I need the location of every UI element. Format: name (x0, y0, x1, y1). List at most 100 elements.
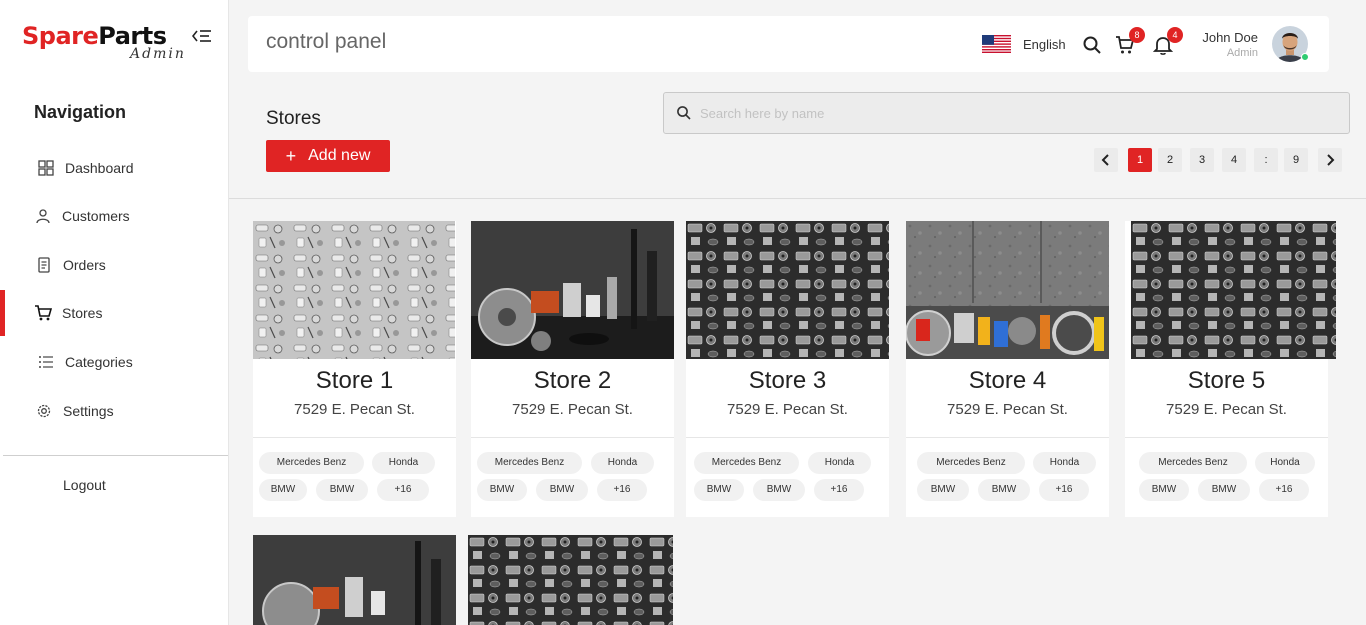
brand-tag[interactable]: BMW (316, 479, 368, 501)
more-brands-tag[interactable]: +16 (377, 479, 429, 501)
brand-tag[interactable]: BMW (536, 479, 588, 501)
chevron-right-icon (1327, 154, 1335, 166)
sidebar-item-stores[interactable]: Stores (0, 290, 228, 336)
user-icon (34, 207, 52, 225)
pagination-page-3[interactable]: 3 (1190, 148, 1214, 172)
more-brands-tag[interactable]: +16 (1039, 479, 1089, 501)
store-address: 7529 E. Pecan St. (294, 401, 415, 418)
online-status-indicator (1301, 53, 1309, 61)
brand-tag[interactable]: Honda (591, 452, 654, 474)
header-title: control panel (266, 30, 387, 53)
pagination-page-4[interactable]: 4 (1222, 148, 1246, 172)
pagination-page-9[interactable]: 9 (1284, 148, 1308, 172)
cart-icon[interactable]: 8 (1115, 27, 1145, 55)
store-name: Store 5 (1187, 367, 1266, 394)
store-card[interactable]: Store 2 7529 E. Pecan St. Mercedes Benz … (471, 221, 674, 517)
pagination-prev-button[interactable] (1094, 148, 1118, 172)
us-flag-icon[interactable] (982, 35, 1011, 53)
card-divider (906, 437, 1109, 438)
brand-tag[interactable]: BMW (477, 479, 527, 501)
store-image (686, 221, 889, 359)
sidebar-item-orders[interactable]: Orders (0, 242, 228, 288)
sidebar-item-label: Stores (62, 305, 103, 321)
brand-logo[interactable]: SpareParts Admin (22, 22, 192, 66)
store-image (1131, 221, 1336, 359)
logout-button[interactable]: Logout (63, 477, 106, 493)
brand-tag[interactable]: BMW (1139, 479, 1189, 501)
store-address: 7529 E. Pecan St. (512, 401, 633, 418)
store-image (468, 535, 673, 625)
add-new-button[interactable]: + Add new (266, 140, 390, 172)
user-name[interactable]: John Doe (1196, 30, 1258, 45)
store-card[interactable]: Store 1 7529 E. Pecan St. Mercedes Benz … (253, 221, 456, 517)
search-icon (676, 105, 692, 121)
brand-tag[interactable]: Mercedes Benz (1139, 452, 1247, 474)
sidebar-item-customers[interactable]: Customers (0, 193, 228, 239)
card-divider (253, 437, 456, 438)
brand-tag[interactable]: Mercedes Benz (694, 452, 799, 474)
brand-tag[interactable]: Honda (808, 452, 871, 474)
brand-subtitle: Admin (130, 46, 186, 62)
add-new-label: Add new (308, 147, 371, 164)
store-card[interactable]: Store 4 7529 E. Pecan St. Mercedes Benz … (906, 221, 1109, 517)
card-divider (471, 437, 674, 438)
collapse-menu-icon[interactable] (191, 28, 212, 44)
brand-tag[interactable]: Honda (1255, 452, 1315, 474)
search-input[interactable] (700, 93, 1340, 133)
sidebar-item-label: Categories (65, 354, 133, 370)
sidebar-divider (3, 455, 228, 456)
sidebar-item-label: Settings (63, 403, 114, 419)
sidebar: SpareParts Admin Navigation Dashboard Cu… (0, 0, 229, 625)
pagination-page-2[interactable]: 2 (1158, 148, 1182, 172)
store-address: 7529 E. Pecan St. (1166, 401, 1287, 418)
store-card[interactable]: Store 3 7529 E. Pecan St. Mercedes Benz … (686, 221, 889, 517)
brand-tag[interactable]: Mercedes Benz (917, 452, 1025, 474)
store-name: Store 3 (748, 367, 827, 394)
more-brands-tag[interactable]: +16 (814, 479, 864, 501)
pagination-next-button[interactable] (1318, 148, 1342, 172)
plus-icon: + (285, 145, 297, 166)
store-name: Store 2 (533, 367, 612, 394)
brand-tag[interactable]: Mercedes Benz (477, 452, 582, 474)
sidebar-item-settings[interactable]: Settings (0, 388, 228, 434)
more-brands-tag[interactable]: +16 (597, 479, 647, 501)
more-brands-tag[interactable]: +16 (1259, 479, 1309, 501)
sidebar-item-dashboard[interactable]: Dashboard (0, 145, 228, 191)
chevron-left-icon (1101, 154, 1109, 166)
sidebar-item-categories[interactable]: Categories (0, 339, 228, 385)
store-image (253, 535, 456, 625)
sidebar-item-label: Dashboard (65, 160, 134, 176)
brand-tag[interactable]: Honda (372, 452, 435, 474)
user-role: Admin (1226, 47, 1258, 59)
notification-count-badge: 4 (1167, 27, 1183, 43)
store-card[interactable] (253, 535, 456, 625)
page-title: Stores (266, 108, 321, 129)
bell-icon[interactable]: 4 (1152, 27, 1183, 55)
language-selector[interactable]: English (1023, 37, 1066, 52)
brand-tag[interactable]: BMW (917, 479, 969, 501)
store-card[interactable]: Store 5 7529 E. Pecan St. Mercedes Benz … (1125, 221, 1336, 517)
brand-tag[interactable]: Honda (1033, 452, 1096, 474)
pagination-page-1[interactable]: 1 (1128, 148, 1152, 172)
cart-count-badge: 8 (1129, 27, 1145, 43)
sidebar-item-label: Orders (63, 257, 106, 273)
brand-tag[interactable]: BMW (978, 479, 1030, 501)
brand-tag[interactable]: BMW (259, 479, 307, 501)
brand-tag[interactable]: BMW (1198, 479, 1250, 501)
list-icon (37, 353, 55, 371)
search-icon[interactable] (1082, 35, 1102, 55)
pagination-ellipsis: : (1254, 148, 1278, 172)
store-name: Store 1 (315, 367, 394, 394)
cart-icon (34, 304, 52, 322)
sidebar-item-label: Customers (62, 208, 130, 224)
gear-icon (35, 402, 53, 420)
nav-title: Navigation (34, 102, 127, 122)
brand-tag[interactable]: BMW (753, 479, 805, 501)
store-card[interactable] (468, 535, 673, 625)
brand-tag[interactable]: Mercedes Benz (259, 452, 364, 474)
brand-tag[interactable]: BMW (694, 479, 744, 501)
avatar[interactable] (1272, 26, 1309, 62)
document-icon (35, 256, 53, 274)
store-address: 7529 E. Pecan St. (727, 401, 848, 418)
content-divider (229, 198, 1366, 199)
